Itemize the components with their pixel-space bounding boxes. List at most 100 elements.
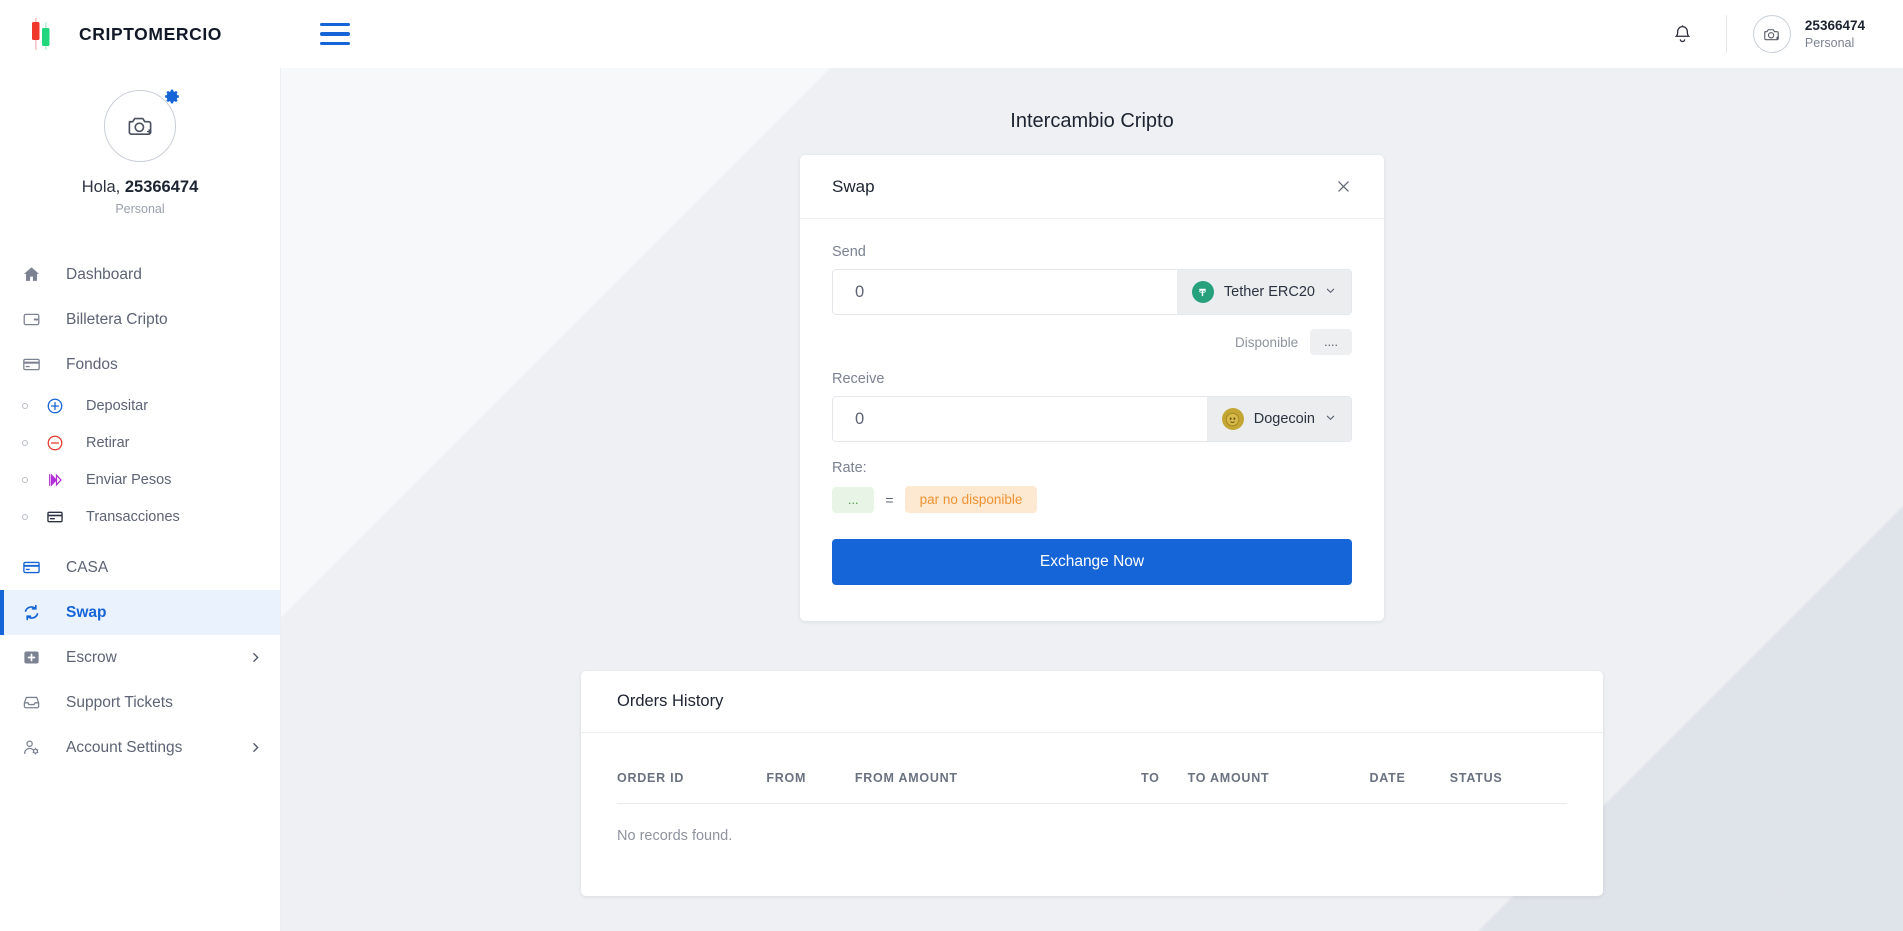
send-coin-label: Tether ERC20 xyxy=(1224,284,1315,300)
sidebar-item-label: Escrow xyxy=(66,649,117,667)
orders-history-card: Orders History ORDER ID FROM FROM AMOUNT… xyxy=(581,671,1603,896)
sidebar-subitem-label: Transacciones xyxy=(86,509,180,525)
column-from: FROM xyxy=(766,771,855,804)
inbox-icon xyxy=(22,693,48,712)
avatar[interactable] xyxy=(1753,15,1791,53)
available-value: .... xyxy=(1310,329,1352,355)
receive-coin-selector[interactable]: Dogecoin xyxy=(1207,397,1351,441)
sidebar-item-label: Account Settings xyxy=(66,739,182,757)
column-to-amount: TO AMOUNT xyxy=(1188,771,1370,804)
greeting-prefix: Hola, xyxy=(82,178,125,196)
bullet-icon xyxy=(22,440,28,446)
column-status: STATUS xyxy=(1450,771,1567,804)
user-gear-icon xyxy=(22,738,48,757)
chevron-right-icon[interactable] xyxy=(249,741,262,754)
rate-right-badge: par no disponible xyxy=(905,486,1038,513)
receive-amount-input[interactable] xyxy=(833,397,1207,441)
available-label: Disponible xyxy=(1235,335,1298,350)
column-to: TO xyxy=(1084,771,1188,804)
sidebar-item-label: CASA xyxy=(66,559,108,577)
chevron-down-icon xyxy=(1325,285,1336,299)
send-amount-input[interactable] xyxy=(833,270,1177,314)
plus-circle-icon xyxy=(46,397,70,415)
top-bar-right: 25366474 Personal xyxy=(1666,0,1903,68)
sidebar-item-account-settings[interactable]: Account Settings xyxy=(0,725,280,770)
column-date: DATE xyxy=(1369,771,1449,804)
sidebar-subitem-transacciones[interactable]: Transacciones xyxy=(0,498,280,535)
rate-row: ... = par no disponible xyxy=(832,486,1352,513)
swap-title: Swap xyxy=(832,177,875,197)
sidebar-item-label: Support Tickets xyxy=(66,694,173,712)
swap-refresh-icon xyxy=(22,603,48,622)
top-bar: CRIPTOMERCIO 25366474 Personal xyxy=(0,0,1903,68)
sidebar-item-label: Dashboard xyxy=(66,266,142,284)
exchange-now-button[interactable]: Exchange Now xyxy=(832,539,1352,585)
close-icon[interactable] xyxy=(1335,178,1352,195)
sidebar-item-label: Billetera Cripto xyxy=(66,311,168,329)
hamburger-icon[interactable] xyxy=(320,23,350,45)
main-content: Intercambio Cripto Swap Send xyxy=(281,68,1903,931)
orders-history-body: ORDER ID FROM FROM AMOUNT TO TO AMOUNT D… xyxy=(581,733,1603,896)
transactions-card-icon xyxy=(46,508,70,526)
swap-card-body: Send Tether ERC20 xyxy=(800,219,1384,621)
send-row: Tether ERC20 xyxy=(832,269,1352,315)
sidebar-subitem-label: Retirar xyxy=(86,435,130,451)
empty-state-message: No records found. xyxy=(617,804,1567,844)
available-row: Disponible .... xyxy=(832,329,1352,355)
sidebar-item-label: Fondos xyxy=(66,356,118,374)
wallet-icon xyxy=(22,310,48,329)
receive-row: Dogecoin xyxy=(832,396,1352,442)
brand-name: CRIPTOMERCIO xyxy=(79,24,222,45)
escrow-plus-square-icon xyxy=(22,648,48,667)
sidebar-subitem-depositar[interactable]: Depositar xyxy=(0,387,280,424)
column-from-amount: FROM AMOUNT xyxy=(855,771,1084,804)
bullet-icon xyxy=(22,403,28,409)
sidebar-item-fondos[interactable]: Fondos xyxy=(0,342,280,387)
page-title: Intercambio Cripto xyxy=(281,68,1903,155)
bullet-icon xyxy=(22,477,28,483)
sidebar-item-casa[interactable]: CASA xyxy=(0,545,280,590)
user-meta: 25366474 Personal xyxy=(1805,17,1865,50)
gear-icon[interactable] xyxy=(164,88,181,110)
minus-circle-icon xyxy=(46,434,70,452)
bullet-icon xyxy=(22,514,28,520)
sidebar-subitem-retirar[interactable]: Retirar xyxy=(0,424,280,461)
sidebar-item-escrow[interactable]: Escrow xyxy=(0,635,280,680)
profile-avatar[interactable] xyxy=(104,90,176,162)
swap-card: Swap Send T xyxy=(800,155,1384,621)
sidebar-nav: Dashboard Billetera Cripto Fondos xyxy=(0,252,280,770)
orders-table: ORDER ID FROM FROM AMOUNT TO TO AMOUNT D… xyxy=(617,771,1567,804)
send-label: Send xyxy=(832,244,1352,260)
sidebar-item-support-tickets[interactable]: Support Tickets xyxy=(0,680,280,725)
candlestick-logo xyxy=(27,18,53,50)
receive-coin-label: Dogecoin xyxy=(1254,411,1315,427)
sidebar-subitem-label: Enviar Pesos xyxy=(86,472,171,488)
sidebar-item-swap[interactable]: Swap xyxy=(0,590,280,635)
header-divider xyxy=(1726,15,1727,53)
user-type: Personal xyxy=(1805,35,1865,51)
bell-icon[interactable] xyxy=(1666,17,1700,51)
sidebar-subitem-enviar-pesos[interactable]: Enviar Pesos xyxy=(0,461,280,498)
brand-logo-area[interactable]: CRIPTOMERCIO xyxy=(0,0,281,68)
sidebar: Hola, 25366474 Personal Dashboard Billet… xyxy=(0,68,281,931)
orders-history-title: Orders History xyxy=(581,671,1603,733)
card-blue-icon xyxy=(22,558,48,577)
rate-left-badge: ... xyxy=(832,487,874,513)
sidebar-profile: Hola, 25366474 Personal xyxy=(0,68,280,228)
double-arrow-icon xyxy=(46,471,70,489)
send-coin-selector[interactable]: Tether ERC20 xyxy=(1177,270,1351,314)
sidebar-item-label: Swap xyxy=(66,604,106,622)
chevron-right-icon[interactable] xyxy=(249,651,262,664)
sidebar-subitem-label: Depositar xyxy=(86,398,148,414)
sidebar-item-billetera-cripto[interactable]: Billetera Cripto xyxy=(0,297,280,342)
home-icon xyxy=(22,265,48,284)
rate-label: Rate: xyxy=(832,460,1352,476)
rate-equals: = xyxy=(885,492,893,508)
user-id: 25366474 xyxy=(1805,17,1865,34)
table-header-row: ORDER ID FROM FROM AMOUNT TO TO AMOUNT D… xyxy=(617,771,1567,804)
receive-label: Receive xyxy=(832,371,1352,387)
sidebar-item-dashboard[interactable]: Dashboard xyxy=(0,252,280,297)
swap-card-header: Swap xyxy=(800,155,1384,219)
chevron-down-icon xyxy=(1325,412,1336,426)
column-order-id: ORDER ID xyxy=(617,771,766,804)
